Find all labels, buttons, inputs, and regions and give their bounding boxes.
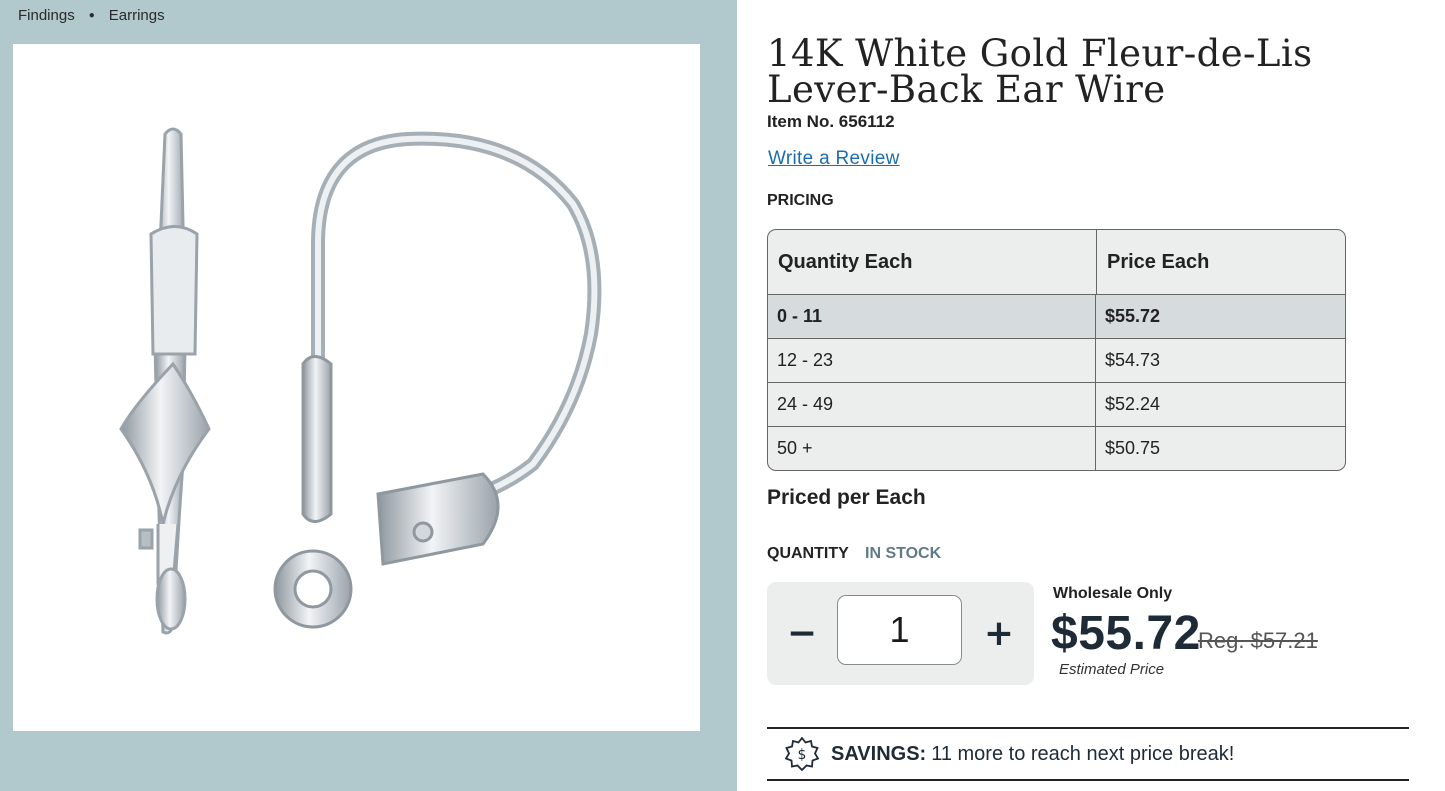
wholesale-label: Wholesale Only	[1053, 585, 1173, 602]
price-each: $52.24	[1105, 394, 1161, 414]
write-review-link[interactable]: Write a Review	[768, 148, 900, 170]
quantity-stepper: − +	[767, 582, 1034, 685]
savings-banner: $ SAVINGS: 11 more to reach next price b…	[767, 727, 1409, 781]
savings-label: SAVINGS:	[831, 742, 927, 765]
savings-badge-icon: $	[785, 737, 819, 771]
quantity-label: QUANTITY	[767, 545, 849, 562]
savings-message: 11 more to reach next price break!	[931, 742, 1235, 765]
quantity-range: 0 - 11	[768, 295, 1096, 338]
decrease-quantity-button[interactable]: −	[777, 604, 827, 662]
breadcrumb-earrings[interactable]: Earrings	[109, 7, 165, 24]
price-column-header: Price Each	[1107, 250, 1210, 273]
svg-text:$: $	[798, 747, 807, 763]
product-image[interactable]	[13, 44, 700, 731]
quantity-range: 50 +	[768, 427, 1096, 470]
price-each: $54.73	[1105, 350, 1161, 370]
product-title: 14K White Gold Fleur-de-Lis Lever-Back E…	[767, 32, 1313, 111]
stock-status: IN STOCK	[865, 545, 942, 562]
increase-quantity-button[interactable]: +	[974, 604, 1024, 662]
quantity-column-header: Quantity Each	[768, 230, 1097, 294]
item-number: Item No. 656112	[767, 112, 895, 131]
breadcrumb-findings[interactable]: Findings	[18, 7, 75, 24]
estimated-price-label: Estimated Price	[1059, 661, 1165, 678]
quantity-input[interactable]	[837, 595, 962, 665]
quantity-range: 24 - 49	[768, 383, 1096, 426]
pricing-label: PRICING	[767, 192, 834, 209]
price-each: $55.72	[1105, 306, 1161, 326]
earwire-illustration	[119, 127, 602, 635]
price-table-row: 0 - 11 $55.72	[768, 294, 1345, 338]
price-table-row: 12 - 23 $54.73	[768, 338, 1345, 382]
current-price: $55.72	[1051, 607, 1201, 660]
price-table-header: Quantity Each Price Each	[768, 230, 1345, 294]
price-table: Quantity Each Price Each 0 - 11 $55.72 1…	[767, 229, 1346, 471]
product-details-panel: 14K White Gold Fleur-de-Lis Lever-Back E…	[737, 0, 1445, 791]
breadcrumb: Findings ● Earrings	[18, 4, 165, 26]
price-table-row: 50 + $50.75	[768, 426, 1345, 470]
side-view-earwire	[119, 127, 211, 635]
quantity-range: 12 - 23	[768, 339, 1096, 382]
front-view-earwire	[273, 131, 602, 629]
product-gallery-panel: Findings ● Earrings	[0, 0, 737, 791]
price-table-row: 24 - 49 $52.24	[768, 382, 1345, 426]
regular-price: Reg. $57.21	[1198, 628, 1318, 653]
priced-per-label: Priced per Each	[767, 486, 926, 509]
price-each: $50.75	[1105, 438, 1161, 458]
breadcrumb-separator: ●	[88, 9, 95, 21]
